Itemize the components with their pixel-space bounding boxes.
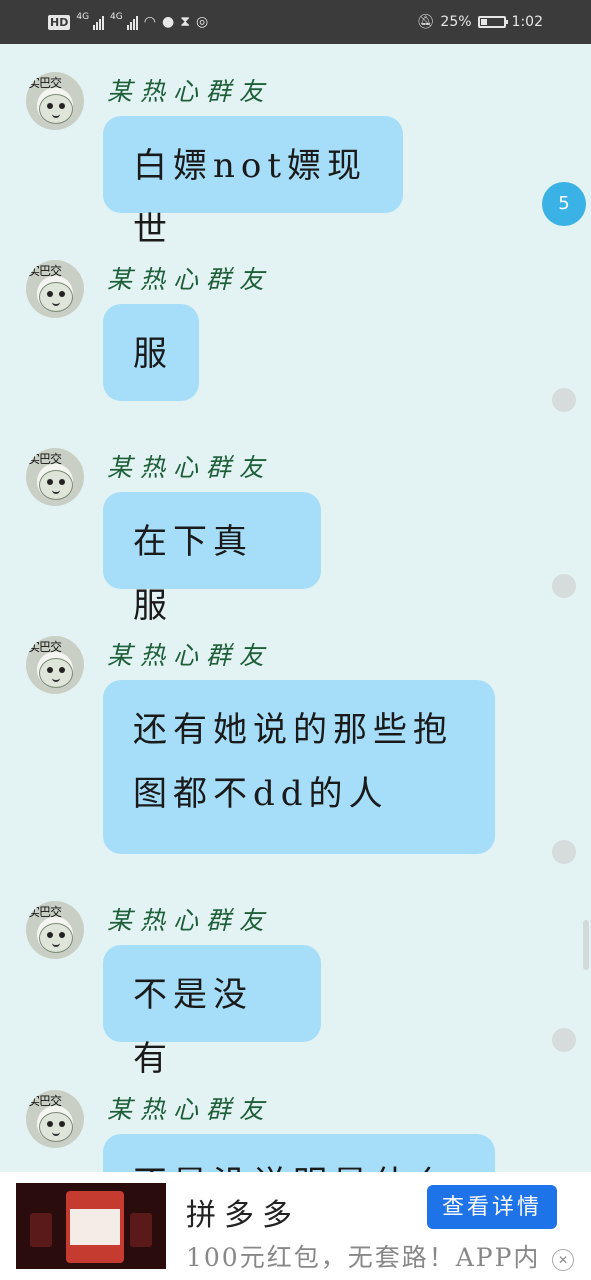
message-bubble[interactable]: 白嫖not嫖现世 (103, 116, 403, 250)
signal-icon (93, 14, 105, 30)
message-text: 服 (133, 334, 173, 374)
signal-icon (126, 14, 138, 30)
avatar-caption: 实巴交 (28, 264, 62, 278)
sender-name: 某热心群友 (107, 265, 273, 294)
avatar-caption: 实巴交 (28, 640, 62, 654)
view-details-button[interactable]: 查看详情 (427, 1185, 557, 1229)
ad-thumbnail[interactable] (16, 1183, 166, 1269)
hourglass-icon: ⧗ (180, 14, 191, 30)
sender-name: 某热心群友 (107, 77, 273, 106)
hd-badge: HD (48, 14, 71, 30)
ad-banner[interactable]: 拼多多 100元红包，无套路！APP内 查看详情 ✕ (0, 1172, 591, 1280)
close-icon[interactable]: ✕ (552, 1249, 574, 1271)
avatar-caption: 实巴交 (28, 905, 62, 919)
sync-icon: ◎ (196, 14, 209, 30)
message-text: 不是没说明是什么 (133, 1164, 453, 1172)
message-text: 白嫖not嫖现世 (133, 146, 368, 250)
globe-icon: ● (161, 14, 175, 30)
message-bubble[interactable]: 在下真服 (103, 492, 321, 626)
avatar-caption: 实巴交 (28, 452, 62, 466)
avatar[interactable]: 实巴交 (26, 901, 84, 959)
message-text: 在下真服 (133, 522, 253, 626)
message-bubble[interactable]: 还有她说的那些抱 图都不dd的人 (103, 680, 495, 854)
status-dot (552, 388, 576, 412)
sender-name: 某热心群友 (107, 641, 273, 670)
chat-message: 实巴交 某热心群友 不是没有 (0, 901, 591, 1079)
message-bubble[interactable]: 不是没有 (103, 945, 321, 1079)
status-bar: HD 4G 4G ◠ ● ⧗ ◎ 🔕︎ 25% 1:02 (0, 0, 591, 44)
message-text: 图都不dd的人 (133, 774, 389, 814)
avatar[interactable]: 实巴交 (26, 1090, 84, 1148)
avatar-caption: 实巴交 (28, 76, 62, 90)
network-type-1: 4G (76, 12, 90, 22)
avatar[interactable]: 实巴交 (26, 636, 84, 694)
status-dot (552, 574, 576, 598)
ad-title: 拼多多 (186, 1198, 300, 1233)
chat-message: 实巴交 某热心群友 白嫖not嫖现世 (0, 72, 591, 250)
battery-icon (477, 16, 508, 28)
message-bubble[interactable]: 不是没说明是什么 (103, 1134, 495, 1172)
chat-message: 实巴交 某热心群友 在下真服 (0, 448, 591, 626)
chat-message: 实巴交 某热心群友 服 (0, 260, 591, 412)
sender-name: 某热心群友 (107, 453, 273, 482)
sender-name: 某热心群友 (107, 1095, 273, 1124)
avatar[interactable]: 实巴交 (26, 448, 84, 506)
message-text: 不是没有 (133, 975, 253, 1079)
message-bubble[interactable]: 服 (103, 304, 199, 401)
message-text: 还有她说的那些抱 (133, 710, 453, 750)
sender-name: 某热心群友 (107, 906, 273, 935)
avatar-caption: 实巴交 (28, 1094, 62, 1108)
clock: 1:02 (511, 14, 543, 30)
status-dot (552, 840, 576, 864)
status-dot (552, 1028, 576, 1052)
chat-message: 实巴交 某热心群友 不是没说明是什么 (0, 1090, 591, 1172)
wifi-icon: ◠ (143, 14, 156, 30)
battery-percent: 25% (440, 14, 472, 30)
avatar[interactable]: 实巴交 (26, 72, 84, 130)
network-type-2: 4G (110, 12, 123, 22)
mute-bell-icon: 🔕︎ (416, 14, 435, 30)
avatar[interactable]: 实巴交 (26, 260, 84, 318)
ad-subtitle: 100元红包，无套路！APP内 (186, 1243, 541, 1272)
chat-message: 实巴交 某热心群友 还有她说的那些抱 图都不dd的人 (0, 636, 591, 866)
